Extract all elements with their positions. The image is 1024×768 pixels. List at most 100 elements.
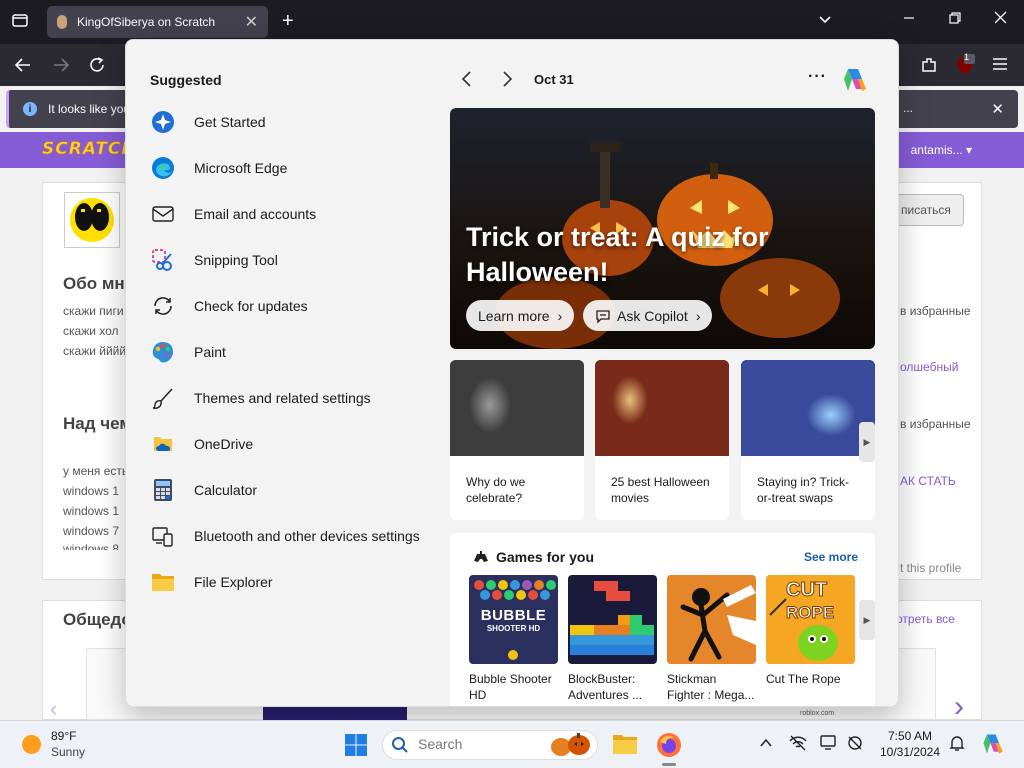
extensions-icon[interactable] [920, 56, 938, 74]
tab-title: KingOfSiberya on Scratch [77, 15, 216, 29]
suggested-item-themes[interactable]: Themes and related settings [150, 378, 371, 418]
suggested-label: Bluetooth and other devices settings [194, 528, 420, 544]
game-name: Cut The Rope [766, 672, 841, 686]
working-line: у меня есть [63, 464, 129, 478]
suggested-item-email[interactable]: Email and accounts [150, 194, 316, 234]
suggested-label: Calculator [194, 482, 258, 498]
favorites-text: в избранные [900, 304, 971, 318]
minimize-icon[interactable] [903, 12, 915, 24]
suggested-item-edge[interactable]: Microsoft Edge [150, 148, 287, 188]
suggested-label: Snipping Tool [194, 252, 278, 268]
brush-icon [150, 385, 176, 411]
suggested-label: Microsoft Edge [194, 160, 288, 176]
close-notification-icon[interactable]: ✕ [991, 100, 1004, 118]
browser-tab[interactable]: KingOfSiberya on Scratch ✕ [47, 6, 268, 38]
chevron-right-icon[interactable]: › [954, 690, 964, 724]
suggested-item-paint[interactable]: Paint [150, 332, 226, 372]
story-card[interactable]: Staying in? Trick-or-treat swaps [741, 360, 875, 520]
suggested-item-calculator[interactable]: Calculator [150, 470, 257, 510]
hero-card[interactable]: Trick or treat: A quiz for Halloween! Le… [450, 108, 875, 349]
suggested-label: File Explorer [194, 574, 273, 590]
scratch-username[interactable]: antamis... ▾ [911, 143, 972, 157]
suggested-item-file-explorer[interactable]: File Explorer [150, 562, 273, 602]
clock[interactable]: 7:50 AM 10/31/2024 [878, 729, 942, 760]
weather-temp[interactable]: 89°F [51, 729, 76, 743]
game-tile[interactable]: BlockBuster: Adventures ... [568, 575, 657, 703]
view-all-link[interactable]: отреть все [896, 612, 955, 626]
scratch-logo[interactable]: SCRATCH [42, 139, 137, 160]
new-tab-icon[interactable]: + [282, 10, 294, 33]
suggested-label: Check for updates [194, 298, 308, 314]
back-icon[interactable] [14, 56, 32, 74]
story-caption: Why do we celebrate? [466, 475, 526, 506]
studios-heading: Общедо [63, 610, 132, 629]
about-line: скажи хол [63, 324, 119, 338]
working-heading: Над чем [63, 414, 132, 433]
display-icon[interactable] [820, 734, 838, 752]
clock-date: 10/31/2024 [879, 744, 941, 759]
project-link[interactable]: олшебный [900, 360, 958, 374]
report-link[interactable]: t this profile [900, 561, 961, 575]
avatar [64, 192, 120, 248]
close-tab-icon[interactable]: ✕ [245, 12, 258, 32]
chevron-down-icon[interactable] [818, 12, 832, 26]
restore-icon[interactable] [949, 12, 961, 24]
suggested-item-check-updates[interactable]: Check for updates [150, 286, 308, 326]
about-heading: Обо мн [63, 274, 125, 293]
bell-icon[interactable] [949, 734, 965, 752]
project-link[interactable]: АК СТАТЬ [900, 474, 956, 488]
scroll-right-icon[interactable]: ▶ [859, 600, 875, 640]
game-tile[interactable]: CUT ROPE Cut The Rope [766, 575, 855, 687]
halloween-pumpkin-icon[interactable] [547, 732, 595, 758]
game-tile[interactable]: BUBBLE SHOOTER HD Bubble Shooter HD [469, 575, 558, 703]
snipping-tool-icon [150, 247, 176, 273]
menu-icon[interactable] [992, 57, 1008, 71]
ask-copilot-button[interactable]: Ask Copilot › [583, 300, 713, 331]
chevron-left-icon[interactable] [460, 70, 474, 88]
suggested-item-bluetooth[interactable]: Bluetooth and other devices settings [150, 516, 420, 556]
suggested-item-get-started[interactable]: Get Started [150, 102, 266, 142]
tab-list-icon[interactable] [12, 12, 28, 28]
chevron-up-icon[interactable] [759, 736, 773, 750]
chevron-right-icon: › [557, 307, 563, 324]
studio-thumbnail[interactable] [263, 706, 407, 720]
copilot-icon[interactable] [840, 65, 870, 95]
working-line: windows 8 [63, 542, 120, 550]
game-image: CUT ROPE [766, 575, 855, 664]
close-window-icon[interactable] [994, 11, 1007, 24]
forward-icon[interactable] [52, 56, 70, 74]
game-tile[interactable]: Stickman Fighter : Mega... [667, 575, 756, 703]
story-caption: 25 best Halloween movies [611, 475, 710, 506]
widget-date: Oct 31 [534, 72, 574, 87]
battery-saver-icon[interactable] [846, 734, 864, 752]
game-controller-icon [472, 547, 490, 565]
update-icon [150, 293, 176, 319]
game-name: Bubble Shooter HD [469, 672, 552, 703]
game-name: BlockBuster: Adventures ... [568, 672, 643, 703]
suggested-item-onedrive[interactable]: OneDrive [150, 424, 253, 464]
suggested-label: OneDrive [194, 436, 254, 452]
copilot-taskbar-icon[interactable] [980, 731, 1006, 757]
chevron-left-icon[interactable]: ‹ [50, 696, 57, 722]
suggested-item-snipping-tool[interactable]: Snipping Tool [150, 240, 278, 280]
chevron-right-icon: › [695, 307, 701, 324]
sun-icon[interactable] [22, 735, 41, 754]
weather-condition[interactable]: Sunny [51, 745, 85, 759]
scroll-right-icon[interactable]: ▶ [859, 422, 875, 462]
windows-start-icon[interactable] [344, 733, 368, 757]
network-icon[interactable] [789, 735, 807, 751]
file-explorer-icon[interactable] [612, 732, 638, 756]
edge-icon [150, 155, 176, 181]
story-card[interactable]: 25 best Halloween movies [595, 360, 729, 520]
more-options-icon[interactable]: ··· [808, 68, 827, 86]
get-started-icon [150, 109, 176, 135]
reload-icon[interactable] [88, 56, 106, 74]
scratch-favicon [57, 15, 67, 29]
extension-badge: 1 [964, 52, 970, 62]
story-card[interactable]: Why do we celebrate? [450, 360, 584, 520]
learn-more-button[interactable]: Learn more › [466, 300, 575, 331]
firefox-icon[interactable] [656, 732, 682, 758]
chevron-right-icon[interactable] [500, 70, 514, 88]
see-more-link[interactable]: See more [804, 550, 858, 564]
suggested-label: Themes and related settings [194, 390, 371, 406]
